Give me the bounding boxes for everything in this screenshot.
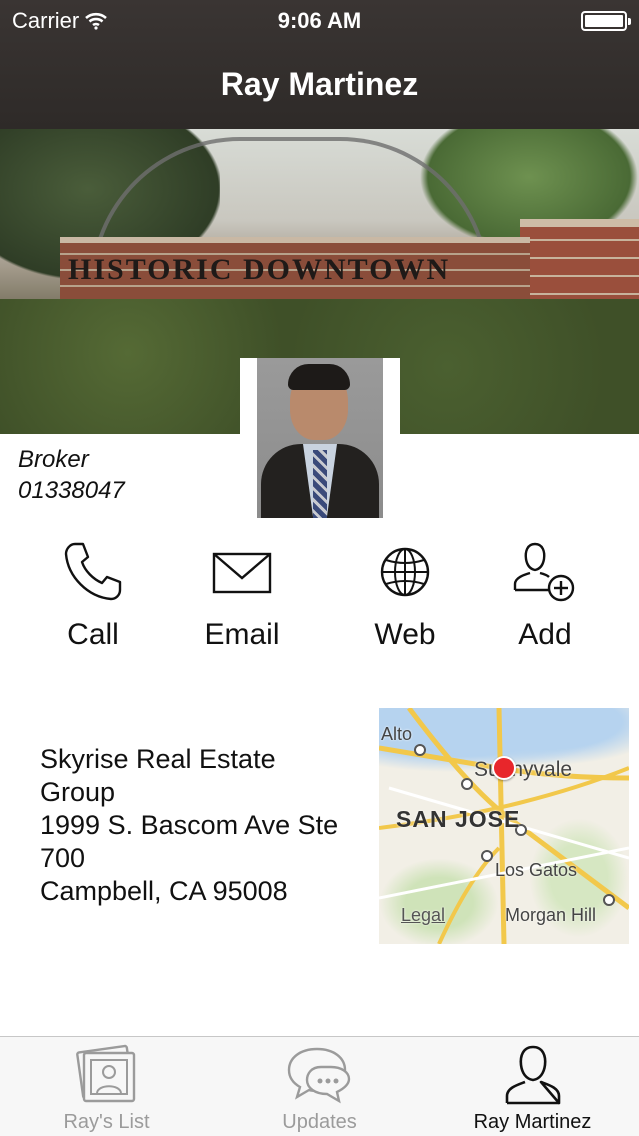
map-label-sunnyvale: Sunnyvale <box>474 758 573 781</box>
status-time: 9:06 AM <box>277 8 362 33</box>
role-title: Broker <box>18 446 89 473</box>
tab-rays-list[interactable]: Ray's List <box>0 1037 213 1136</box>
map-legal-link[interactable]: Legal <box>401 905 445 926</box>
add-contact-icon <box>513 542 575 602</box>
map-label-san-jose: SAN JOSE <box>396 806 521 832</box>
email-button[interactable]: Email <box>182 540 302 652</box>
envelope-icon <box>212 552 272 594</box>
office-address: Skyrise Real Estate Group 1999 S. Bascom… <box>40 743 370 908</box>
address-line: 1999 S. Bascom Ave Ste <box>40 810 339 840</box>
map-label-los-gatos: Los Gatos <box>495 860 578 880</box>
address-line: 700 <box>40 843 86 873</box>
tab-ray-martinez[interactable]: Ray Martinez <box>426 1037 639 1136</box>
globe-icon <box>380 547 430 597</box>
phone-icon <box>64 542 122 601</box>
address-line: Group <box>40 777 116 807</box>
page-title: Ray Martinez <box>220 66 419 102</box>
photo-tie <box>313 450 327 518</box>
address-line: Skyrise Real Estate <box>40 744 276 774</box>
location-pin-icon <box>492 756 516 780</box>
tab-label: Ray Martinez <box>473 1111 592 1133</box>
address-line: Campbell, CA 95008 <box>40 876 288 906</box>
map-city-dot <box>461 778 473 790</box>
battery-icon <box>581 11 631 31</box>
map-label-morgan-hill: Morgan Hill <box>505 905 597 925</box>
map-city-dot <box>414 744 426 756</box>
tab-label: Ray's List <box>63 1111 150 1133</box>
hero-sign-text: HISTORIC DOWNTOWN <box>68 253 451 286</box>
navigation-bar: Carrier 9:06 AM Ray Martinez <box>0 0 639 129</box>
profile-photo <box>257 358 383 518</box>
tab-label: Updates <box>282 1111 357 1133</box>
call-label: Call <box>67 618 119 651</box>
email-label: Email <box>204 618 280 651</box>
map-label-alto: Alto <box>381 724 413 744</box>
web-label: Web <box>374 618 436 651</box>
profile-role: Broker 01338047 <box>18 444 125 506</box>
location-map[interactable]: Alto Sunnyvale SAN JOSE Los Gatos Legal … <box>379 708 629 944</box>
web-button[interactable]: Web <box>345 540 465 652</box>
license-number: 01338047 <box>18 477 125 504</box>
photo-hair <box>288 364 350 390</box>
tab-bar: Ray's List Updates Ray Martinez <box>0 1036 639 1136</box>
add-contact-button[interactable]: Add <box>485 540 605 652</box>
call-button[interactable]: Call <box>33 540 153 652</box>
tab-updates[interactable]: Updates <box>213 1037 426 1136</box>
add-label: Add <box>518 618 572 651</box>
person-icon <box>505 1045 560 1105</box>
map-city-dot <box>481 850 493 862</box>
chat-bubbles-icon <box>287 1047 350 1104</box>
photos-icon <box>75 1044 135 1103</box>
map-city-dot <box>603 894 615 906</box>
status-bar: Carrier 9:06 AM <box>0 0 639 40</box>
